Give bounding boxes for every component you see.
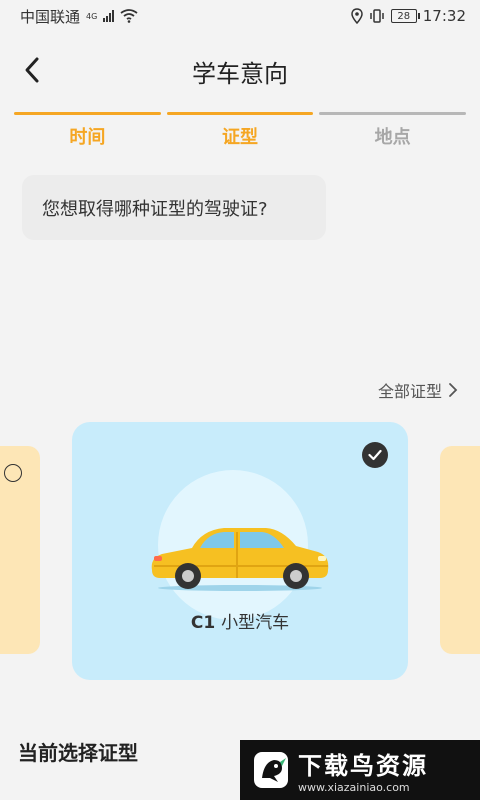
signal-icon xyxy=(103,10,115,22)
status-bar: 中国联通 4G 28 17:32 xyxy=(0,0,480,32)
header: 学车意向 xyxy=(0,32,480,110)
step-label: 时间 xyxy=(69,127,106,148)
check-circle-icon xyxy=(362,442,388,468)
battery-icon: 28 xyxy=(390,9,420,23)
back-button[interactable] xyxy=(14,52,50,88)
watermark-title: 下载鸟资源 xyxy=(298,752,428,780)
car-icon xyxy=(151,528,329,591)
watermark-url: www.xiazainiao.com xyxy=(298,781,410,794)
question-text: 您想取得哪种证型的驾驶证? xyxy=(42,198,268,220)
step-bar xyxy=(166,112,314,115)
status-left: 中国联通 4G xyxy=(20,6,138,27)
step-location[interactable]: 地点 xyxy=(319,112,467,149)
license-card-previous[interactable] xyxy=(0,446,40,654)
vibrate-icon xyxy=(370,9,384,23)
chevron-left-icon xyxy=(25,57,39,83)
license-code: C1 xyxy=(190,613,216,633)
wifi-icon xyxy=(120,9,138,23)
license-card-label: C1 小型汽车 xyxy=(72,608,408,633)
all-license-types-label: 全部证型 xyxy=(377,382,442,401)
network-type: 4G xyxy=(86,11,98,21)
license-card-c1[interactable]: C1 小型汽车 xyxy=(72,422,408,680)
step-bar xyxy=(319,112,467,115)
question-bubble: 您想取得哪种证型的驾驶证? xyxy=(22,175,326,240)
step-license-type[interactable]: 证型 xyxy=(166,112,314,149)
step-label: 地点 xyxy=(374,127,411,148)
unselected-circle-icon xyxy=(4,464,22,482)
step-time[interactable]: 时间 xyxy=(14,112,161,149)
license-card-next[interactable] xyxy=(440,446,480,654)
step-label: 证型 xyxy=(222,127,258,148)
battery-level: 28 xyxy=(397,10,411,22)
watermark-banner: 下载鸟资源 www.xiazainiao.com xyxy=(240,740,480,800)
location-icon xyxy=(351,8,363,24)
status-right: 28 17:32 xyxy=(351,7,466,25)
progress-steps: 时间 证型 地点 xyxy=(14,112,467,149)
watermark-text: 下载鸟资源 www.xiazainiao.com xyxy=(298,746,428,794)
carrier-name: 中国联通 xyxy=(20,7,81,26)
current-selection-title: 当前选择证型 xyxy=(18,741,138,765)
step-bar xyxy=(14,112,161,115)
license-name: 小型汽车 xyxy=(221,613,290,633)
page-title: 学车意向 xyxy=(192,59,288,88)
clock: 17:32 xyxy=(422,7,466,25)
chevron-right-icon xyxy=(449,383,458,397)
bird-logo-icon xyxy=(254,752,288,788)
all-license-types-link[interactable]: 全部证型 xyxy=(378,378,458,402)
